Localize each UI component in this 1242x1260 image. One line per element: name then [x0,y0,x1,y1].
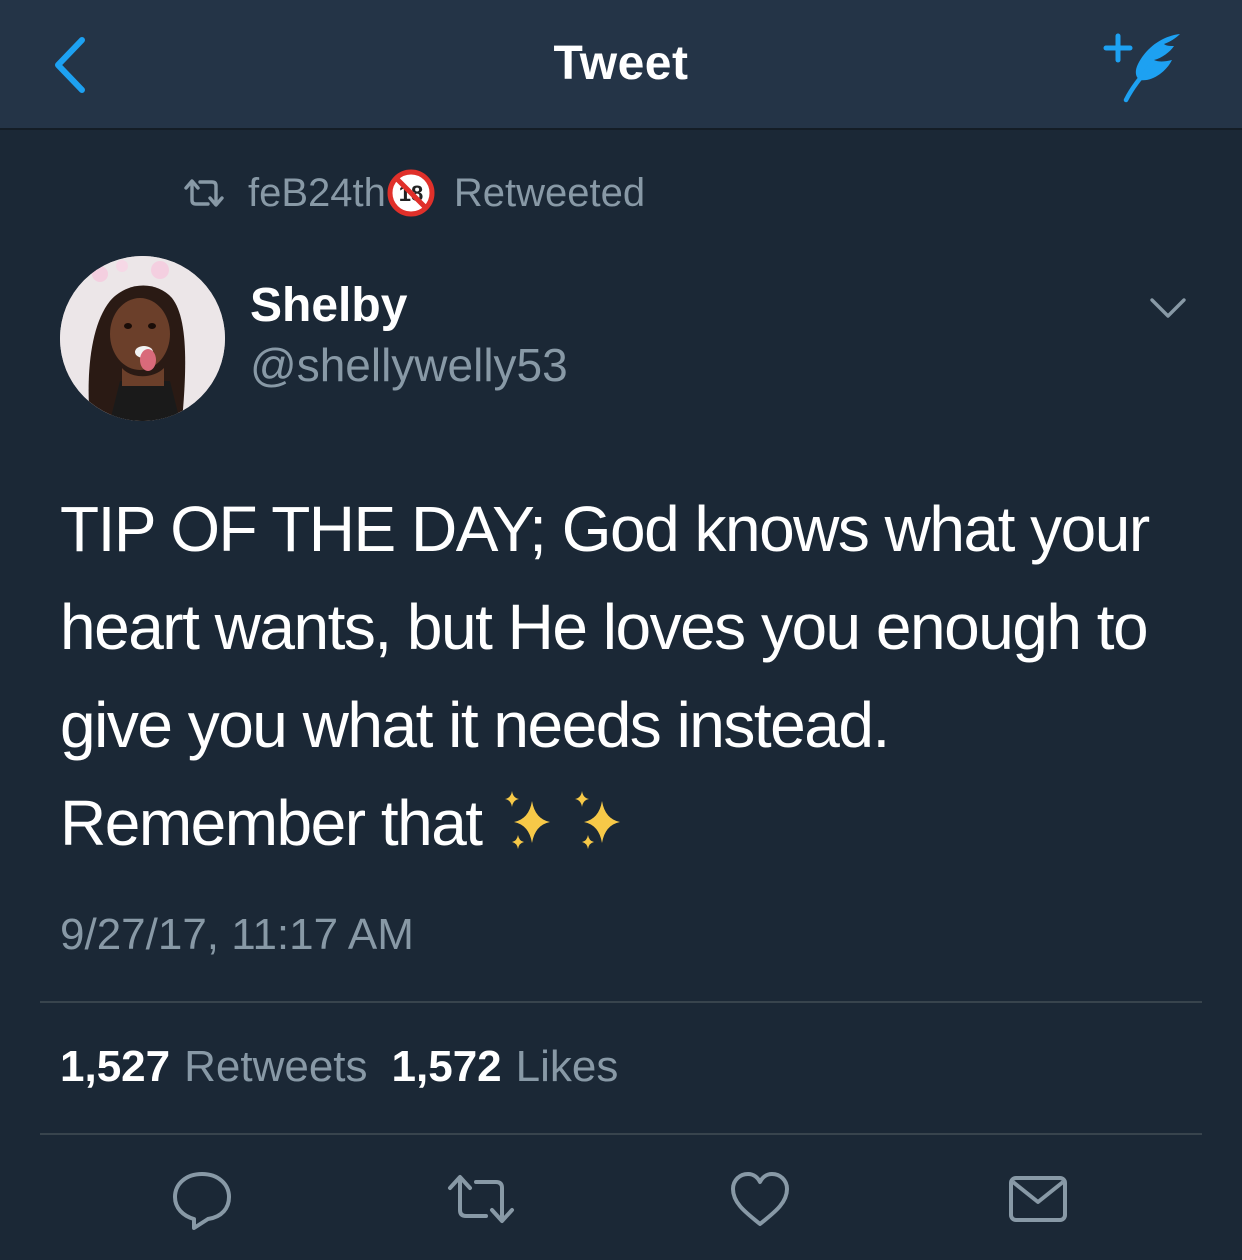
divider [40,1133,1202,1135]
tweet-text-line: heart wants, but He loves you enough to [60,591,1149,663]
retweet-small-icon [184,179,224,207]
profile-photo-icon [60,256,225,421]
retweeter-name: feB24th [248,170,386,215]
no-under-18-icon: 18 [387,169,435,217]
author-display-name[interactable]: Shelby [250,278,407,333]
compose-tweet-icon [1103,33,1180,103]
divider [40,1001,1202,1003]
navigation-bar: Tweet [0,0,1242,130]
direct-message-button[interactable] [1006,1168,1070,1232]
sparkles-icon [504,791,620,850]
likes-count: 1,572 [391,1042,502,1091]
tweet-timestamp: 9/27/17, 11:17 AM [60,910,414,959]
tweet-stats: 1,527 Retweets 1,572 Likes [60,1042,642,1092]
retweets-stat[interactable]: 1,527 Retweets [60,1042,392,1091]
tweet-text-line: give you what it needs instead. [60,689,890,761]
tweet-options-button[interactable] [1146,290,1190,326]
retweets-label: Retweets [184,1042,368,1091]
retweet-button[interactable] [446,1168,514,1232]
like-button[interactable] [728,1168,792,1232]
likes-stat[interactable]: 1,572 Likes [392,1042,643,1091]
tweet-text: TIP OF THE DAY; God knows what your hear… [60,480,1210,872]
like-icon [731,1172,789,1226]
direct-message-icon [1009,1176,1067,1222]
retweeted-label: Retweeted [453,170,646,215]
compose-tweet-button[interactable] [1100,28,1190,108]
tweet-text-line-last: Remember that [60,774,1210,872]
retweets-count: 1,527 [60,1042,171,1091]
reply-button[interactable] [170,1168,234,1232]
tweet-text-line: Remember that [60,787,483,859]
likes-label: Likes [515,1042,619,1091]
avatar[interactable] [60,256,225,421]
reply-icon [173,1172,231,1230]
author-handle[interactable]: @shellywelly53 [250,338,568,392]
page-title: Tweet [553,37,689,90]
chevron-down-icon [1150,298,1186,318]
retweet-context[interactable]: feB24th 18 Retweeted [182,168,645,218]
retweet-icon [448,1175,514,1223]
tweet-text-line: TIP OF THE DAY; God knows what your [60,493,1150,565]
